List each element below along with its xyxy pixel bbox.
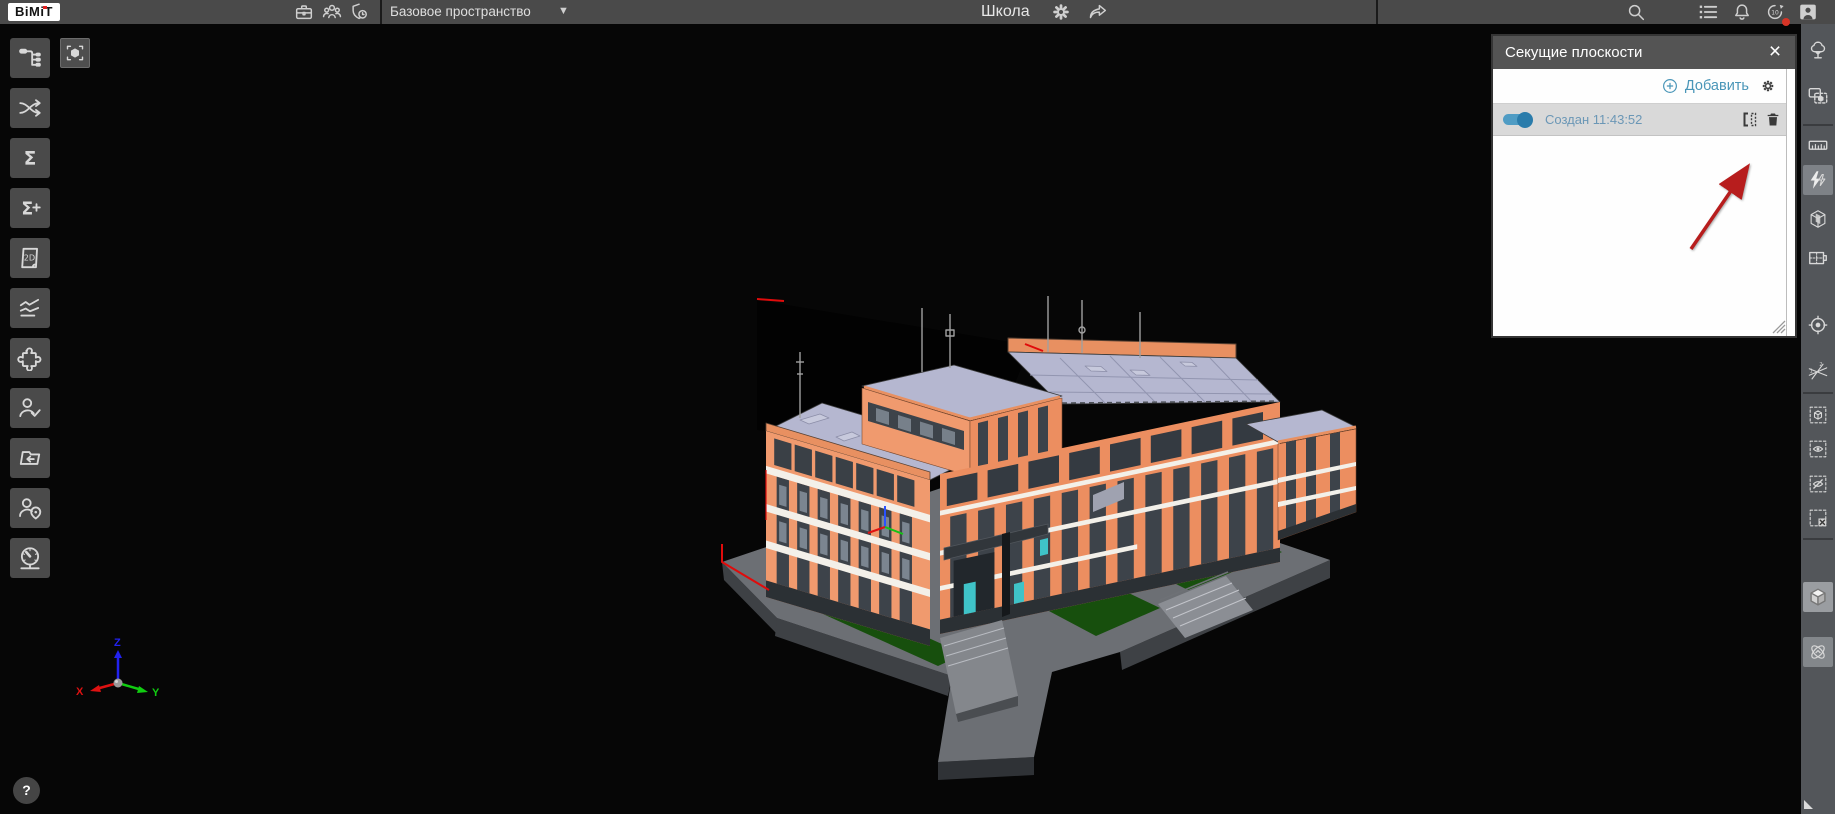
panel-scrollbar[interactable] [1786, 69, 1795, 336]
plane-enabled-toggle[interactable] [1503, 114, 1531, 125]
section-box-button[interactable] [1803, 243, 1833, 273]
cutting-planes-panel: Секущие плоскости × Добавить Создан 11:4… [1491, 34, 1797, 338]
plane-settings-gear-icon[interactable] [1757, 75, 1779, 97]
axes-lines-button[interactable]: 12 [1803, 357, 1833, 387]
plane-label: Создан 11:43:52 [1545, 112, 1642, 127]
toggle-knob [1517, 112, 1533, 128]
ruler-measure-button[interactable] [1803, 130, 1833, 160]
isolate-object-button[interactable] [1803, 400, 1833, 430]
app-logo[interactable]: BiMiT [8, 3, 60, 21]
axis-label-x: X [76, 686, 84, 698]
bim-application-window: Z X Y ? BiMiT Базовое пространство ▼ Шко… [0, 0, 1835, 814]
hide-objects-button[interactable] [1803, 469, 1833, 499]
search-icon[interactable] [1624, 0, 1648, 24]
solid-view-cube-button[interactable] [1803, 582, 1833, 612]
panel-title: Секущие плоскости × [1493, 36, 1795, 69]
annotation-arrow [1643, 121, 1773, 251]
toolbar-divider [1803, 124, 1833, 126]
svg-text:2: 2 [1819, 362, 1822, 368]
tree-view-button[interactable] [1803, 35, 1833, 65]
axis-label-z: Z [114, 637, 121, 649]
topbar-divider [380, 0, 382, 24]
plus-circle-icon [1661, 77, 1679, 95]
shield-clock-icon[interactable] [348, 0, 372, 24]
svg-text:10: 10 [1771, 9, 1779, 16]
clear-selection-button[interactable] [1803, 503, 1833, 533]
add-plane-button[interactable]: Добавить [1661, 69, 1749, 103]
cube-section-button[interactable] [1803, 204, 1833, 234]
settings-gear-icon[interactable] [1049, 0, 1073, 24]
show-objects-button[interactable] [1803, 434, 1833, 464]
list-icon[interactable] [1696, 0, 1720, 24]
workspace-selector[interactable]: Базовое пространство [390, 0, 531, 24]
axis-label-y: Y [152, 687, 160, 699]
clip-flash-button[interactable] [1803, 165, 1833, 195]
notifications-bell-icon[interactable] [1730, 0, 1754, 24]
history-icon[interactable]: 10 [1763, 0, 1787, 24]
svg-text:1: 1 [1810, 368, 1813, 374]
toolbar-divider [1803, 392, 1833, 394]
axis-gizmo: Z X Y [68, 630, 178, 710]
account-icon[interactable] [1796, 0, 1820, 24]
right-toolbar: 12 [1801, 24, 1835, 814]
toolbar-divider [1803, 538, 1833, 540]
toolbar-resize-grip[interactable] [1804, 800, 1813, 809]
panel-resize-grip[interactable] [1770, 318, 1786, 334]
orbit-view-button[interactable] [1803, 637, 1833, 667]
topbar-divider-right [1376, 0, 1378, 24]
project-title: Школа [981, 0, 1030, 24]
team-icon[interactable] [320, 0, 344, 24]
help-button[interactable]: ? [13, 777, 40, 804]
topbar: BiMiT Базовое пространство ▼ Школа [0, 0, 1835, 24]
chevron-down-icon[interactable]: ▼ [558, 0, 569, 24]
share-icon[interactable] [1086, 0, 1110, 24]
panel-add-row: Добавить [1493, 69, 1795, 104]
history-badge-dot [1782, 18, 1790, 26]
briefcase-icon[interactable] [292, 0, 316, 24]
close-icon[interactable]: × [1763, 36, 1787, 69]
logo-red-dot [43, 6, 47, 10]
target-focus-button[interactable] [1803, 310, 1833, 340]
area-selection-button[interactable] [1803, 81, 1833, 111]
